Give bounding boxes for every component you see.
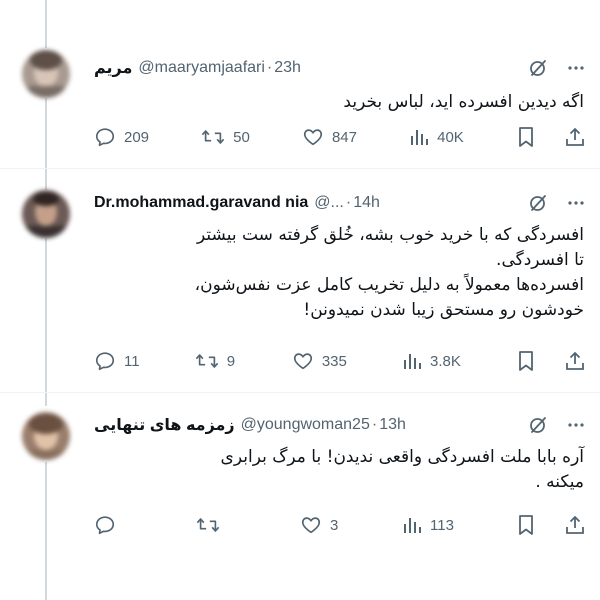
view-count: 40K <box>437 128 464 146</box>
tweet-text-line: تا افسردگی. <box>496 250 584 270</box>
reply-button[interactable] <box>94 514 134 536</box>
like-count: 847 <box>331 128 357 146</box>
grok-icon[interactable] <box>528 415 548 435</box>
thread-line-top <box>45 0 47 48</box>
reply-button[interactable]: 209 <box>94 126 149 148</box>
user-handle[interactable]: @maaryamjaafari <box>138 59 265 77</box>
share-icon[interactable] <box>564 514 586 536</box>
tweet-text: آره بابا ملت افسردگی واقعی ندیدن! با مرگ… <box>94 445 584 495</box>
reply-button[interactable]: 11 <box>94 350 140 372</box>
share-icon[interactable] <box>564 350 586 372</box>
bookmark-share-group <box>516 350 586 372</box>
timestamp[interactable]: 14h <box>353 194 380 212</box>
more-icon[interactable] <box>566 58 586 78</box>
tweet-text-line: خودشون رو مستحق زیبا شدن نمیدونن! <box>303 300 584 320</box>
retweet-icon <box>196 514 220 536</box>
display-name[interactable]: Dr.mohammad.garavand nia <box>94 194 308 212</box>
header-icons <box>528 55 586 81</box>
avatar[interactable] <box>22 50 70 98</box>
display-name[interactable]: مریم <box>94 58 132 78</box>
views-button[interactable]: 3.8K <box>402 351 461 371</box>
more-icon[interactable] <box>566 193 586 213</box>
separator-dot: · <box>266 59 273 76</box>
tweet-text-line: افسرده‌ها معمولاً به دلیل تخریب کامل عزت… <box>194 275 584 295</box>
reply-icon <box>94 350 116 372</box>
tweet-text-line: آره بابا ملت افسردگی واقعی ندیدن! با مرگ… <box>220 447 584 467</box>
tweet-header: مریم @maaryamjaafari · 23h <box>94 55 586 81</box>
thread-line-2 <box>45 238 47 406</box>
avatar[interactable] <box>22 190 70 238</box>
bookmark-icon[interactable] <box>516 514 536 536</box>
action-bar: 11 9 335 3.8K <box>94 346 586 376</box>
divider <box>0 392 600 393</box>
retweet-button[interactable] <box>196 514 238 536</box>
avatar[interactable] <box>22 412 70 460</box>
grok-icon[interactable] <box>528 193 548 213</box>
tweet-text: اگه دیدین افسرده اید، لباس بخرید <box>94 90 584 115</box>
retweet-count: 50 <box>233 128 250 146</box>
share-icon[interactable] <box>564 126 586 148</box>
more-icon[interactable] <box>566 415 586 435</box>
separator-dot: · <box>345 194 352 211</box>
like-count: 3 <box>330 516 339 534</box>
retweet-icon <box>201 126 225 148</box>
reply-icon <box>94 514 116 536</box>
tweet-text-line: افسردگی که با خرید خوب بشه، خُلق گرفته س… <box>197 225 584 245</box>
like-button[interactable]: 3 <box>300 514 340 536</box>
views-icon <box>402 351 422 371</box>
display-name[interactable]: زمزمه های تنهایی <box>94 415 235 435</box>
divider <box>0 168 600 169</box>
bookmark-share-group <box>516 126 586 148</box>
reply-count: 11 <box>124 352 140 370</box>
header-icons <box>528 412 586 438</box>
retweet-button[interactable]: 50 <box>201 126 250 148</box>
bookmark-icon[interactable] <box>516 126 536 148</box>
view-count: 3.8K <box>429 352 461 370</box>
views-button[interactable]: 113 <box>402 515 454 535</box>
like-button[interactable]: 335 <box>292 350 347 372</box>
grok-icon[interactable] <box>528 58 548 78</box>
bookmark-icon[interactable] <box>516 350 536 372</box>
bookmark-share-group <box>516 514 586 536</box>
header-icons <box>528 190 586 216</box>
view-count: 113 <box>430 516 454 534</box>
retweet-icon <box>195 350 219 372</box>
views-button[interactable]: 40K <box>409 127 464 147</box>
user-handle[interactable]: @... <box>314 194 344 212</box>
tweet-header: زمزمه های تنهایی @youngwoman25 · 13h <box>94 412 586 438</box>
tweet-text-line: میکنه . <box>535 472 584 492</box>
retweet-button[interactable]: 9 <box>195 350 237 372</box>
action-bar: 3 113 <box>94 510 586 540</box>
separator-dot: · <box>371 416 378 433</box>
user-handle[interactable]: @youngwoman25 <box>241 416 370 434</box>
thread-line-3 <box>45 462 47 600</box>
timestamp[interactable]: 23h <box>274 59 301 77</box>
views-icon <box>409 127 429 147</box>
views-icon <box>402 515 422 535</box>
tweet-header: Dr.mohammad.garavand nia @... · 14h <box>94 190 586 216</box>
like-icon <box>300 514 322 536</box>
like-icon <box>292 350 314 372</box>
action-bar: 209 50 847 40K <box>94 122 586 152</box>
tweet-text: افسردگی که با خرید خوب بشه، خُلق گرفته س… <box>94 223 584 323</box>
like-icon <box>302 126 324 148</box>
tweet-text-line: اگه دیدین افسرده اید، لباس بخرید <box>343 92 584 112</box>
thread-line-1 <box>45 98 47 190</box>
reply-count: 209 <box>124 128 150 146</box>
like-count: 335 <box>321 352 347 370</box>
retweet-count: 9 <box>226 352 236 370</box>
like-button[interactable]: 847 <box>302 126 357 148</box>
timestamp[interactable]: 13h <box>379 416 406 434</box>
reply-icon <box>94 126 116 148</box>
